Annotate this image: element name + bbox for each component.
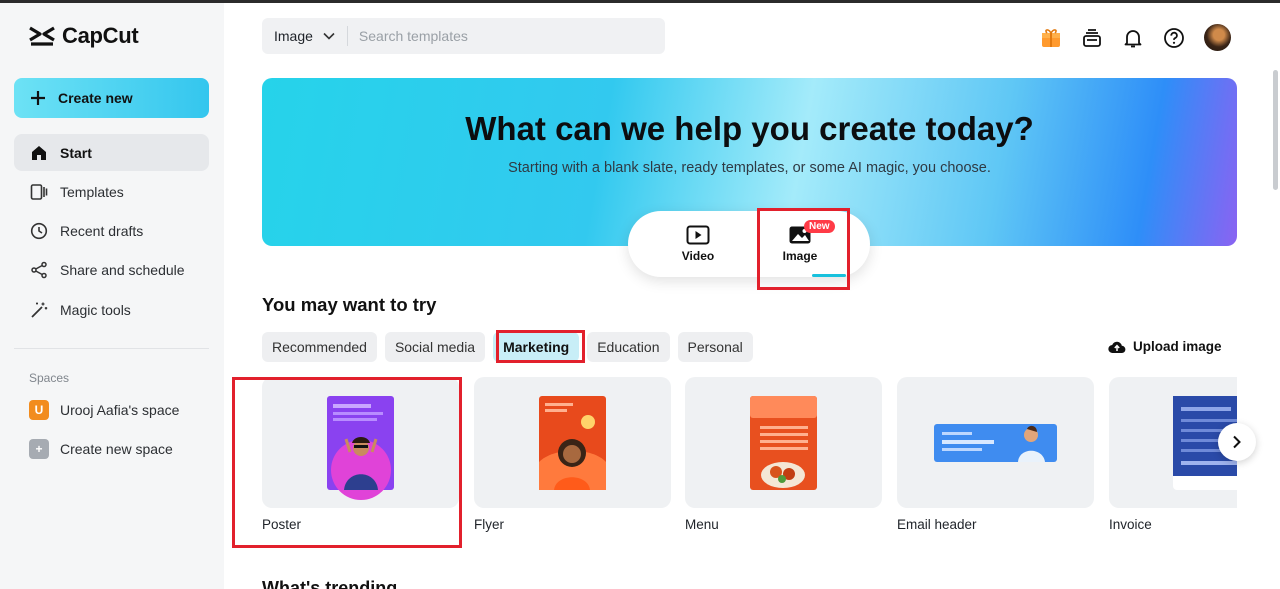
create-new-button[interactable]: Create new xyxy=(14,78,209,118)
chip-marketing[interactable]: Marketing xyxy=(493,332,580,362)
card-poster[interactable]: Poster xyxy=(262,377,459,532)
space-avatar: U xyxy=(29,400,49,420)
capcut-logo-icon xyxy=(29,26,55,46)
sidebar-item-label: Start xyxy=(60,144,92,161)
menu-thumbnail xyxy=(685,377,882,508)
card-label: Poster xyxy=(262,517,302,532)
space-label: Create new space xyxy=(60,441,173,457)
chip-social-media[interactable]: Social media xyxy=(384,332,486,362)
plus-icon: + xyxy=(29,439,49,459)
active-tab-indicator xyxy=(812,274,846,277)
bell-icon[interactable] xyxy=(1122,27,1144,49)
hero-subtitle: Starting with a blank slate, ready templ… xyxy=(508,160,991,176)
create-new-space-button[interactable]: + Create new space xyxy=(29,439,173,459)
card-label: Invoice xyxy=(1109,517,1152,532)
chevron-down-icon xyxy=(323,32,335,40)
tab-video-label: Video xyxy=(681,249,715,263)
flyer-thumbnail xyxy=(474,377,671,508)
space-item-personal[interactable]: U Urooj Aafia's space xyxy=(29,400,179,420)
cloud-upload-icon xyxy=(1108,341,1126,353)
chevron-right-icon xyxy=(1233,435,1241,449)
user-avatar[interactable] xyxy=(1204,24,1231,51)
sidebar-divider xyxy=(14,348,209,349)
home-icon xyxy=(30,144,48,162)
search-input[interactable] xyxy=(347,28,648,44)
chip-personal[interactable]: Personal xyxy=(677,332,753,362)
email-header-thumbnail xyxy=(897,377,1094,508)
search-bar: Image xyxy=(262,18,665,54)
create-new-label: Create new xyxy=(58,90,133,106)
hero-title: What can we help you create today? xyxy=(465,110,1034,147)
chip-education[interactable]: Education xyxy=(587,332,670,362)
tab-video[interactable]: Video xyxy=(668,225,728,263)
sidebar-item-templates[interactable]: Templates xyxy=(14,173,209,210)
app-name: CapCut xyxy=(62,23,139,48)
card-label: Menu xyxy=(685,517,719,532)
card-label: Email header xyxy=(897,517,977,532)
page-scrollbar[interactable] xyxy=(1273,70,1278,190)
sidebar: CapCut Create new Start Templates Recent… xyxy=(0,3,224,589)
sidebar-item-recent-drafts[interactable]: Recent drafts xyxy=(14,213,209,250)
gift-icon[interactable] xyxy=(1040,27,1062,49)
next-section-title: What's trending xyxy=(262,578,398,589)
carousel-next-button[interactable] xyxy=(1218,423,1256,461)
upload-image-label: Upload image xyxy=(1133,339,1222,354)
video-icon xyxy=(686,225,710,245)
help-icon[interactable] xyxy=(1163,27,1185,49)
card-menu[interactable]: Menu xyxy=(685,377,882,532)
search-type-dropdown[interactable]: Image xyxy=(262,26,348,46)
clock-icon xyxy=(30,222,48,240)
section-title: You may want to try xyxy=(262,294,437,315)
share-icon xyxy=(30,261,48,279)
sidebar-item-share-and-schedule[interactable]: Share and schedule xyxy=(14,252,209,289)
poster-thumbnail xyxy=(262,377,459,508)
sidebar-nav: Start Templates Recent drafts Share and … xyxy=(14,134,209,330)
storage-icon[interactable] xyxy=(1081,27,1103,49)
chip-recommended[interactable]: Recommended xyxy=(262,332,377,362)
space-label: Urooj Aafia's space xyxy=(60,402,180,418)
card-email-header[interactable]: Email header xyxy=(897,377,1094,532)
category-chips: Recommended Social media Marketing Educa… xyxy=(262,332,753,362)
sidebar-item-start[interactable]: Start xyxy=(14,134,209,171)
new-badge: New xyxy=(804,220,835,233)
search-type-value: Image xyxy=(274,28,313,44)
card-flyer[interactable]: Flyer xyxy=(474,377,671,532)
spaces-heading: Spaces xyxy=(29,371,70,385)
card-label: Flyer xyxy=(474,517,504,532)
sidebar-item-label: Recent drafts xyxy=(60,223,144,240)
templates-icon xyxy=(30,183,48,201)
sidebar-item-label: Share and schedule xyxy=(60,262,185,279)
sidebar-item-magic-tools[interactable]: Magic tools xyxy=(14,291,209,328)
sidebar-item-label: Templates xyxy=(60,183,124,200)
magic-wand-icon xyxy=(30,301,48,319)
capcut-logo[interactable]: CapCut xyxy=(28,23,139,49)
template-cards: Poster Flyer Menu Email header Invoice xyxy=(262,377,1237,537)
plus-icon xyxy=(31,91,45,105)
upload-image-button[interactable]: Upload image xyxy=(1108,339,1222,354)
mode-switch: Video Image xyxy=(628,211,870,277)
sidebar-item-label: Magic tools xyxy=(60,301,131,318)
tab-image-label: Image xyxy=(782,249,818,263)
card-invoice[interactable]: Invoice xyxy=(1109,377,1237,532)
top-toolbar xyxy=(1040,24,1231,51)
